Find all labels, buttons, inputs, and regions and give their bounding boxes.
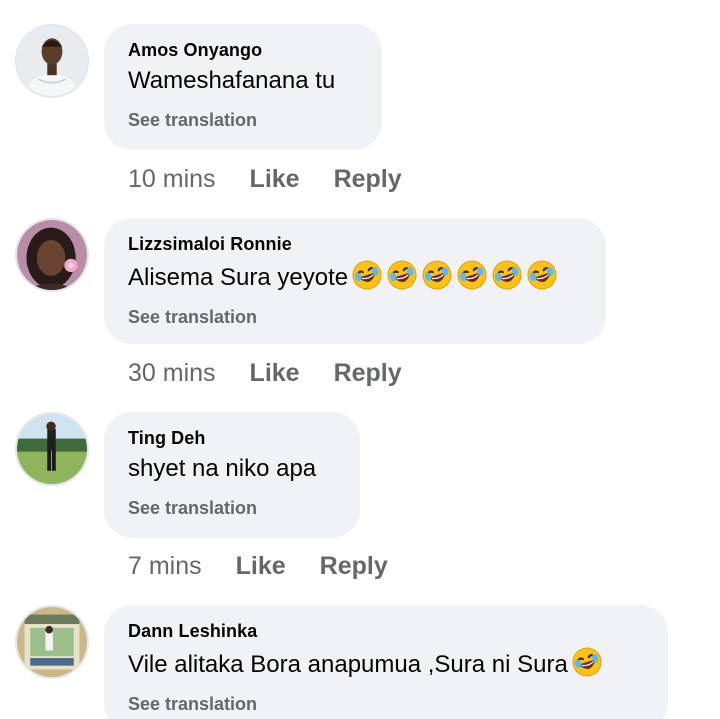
avatar[interactable] bbox=[15, 412, 89, 486]
avatar[interactable] bbox=[15, 218, 89, 292]
see-translation-link[interactable]: See translation bbox=[128, 693, 644, 715]
comment-bubble: Ting Deh shyet na niko apa See translati… bbox=[104, 412, 360, 538]
comment-actions: 10 mins Like Reply bbox=[128, 161, 436, 197]
comment-text: Vile alitaka Bora anapumua ,Sura ni Sura bbox=[128, 646, 644, 681]
comment-bubble: Amos Onyango Wameshafanana tu See transl… bbox=[104, 24, 382, 150]
comment-author[interactable]: Lizzsimaloi Ronnie bbox=[128, 233, 582, 255]
comment-timestamp[interactable]: 7 mins bbox=[128, 552, 202, 581]
reply-button[interactable]: Reply bbox=[334, 359, 402, 388]
comment-text: Alisema Sura yeyote bbox=[128, 259, 582, 294]
rolling-on-floor-laughing-icon bbox=[351, 259, 383, 291]
comment-timestamp[interactable]: 30 mins bbox=[128, 359, 216, 388]
like-button[interactable]: Like bbox=[236, 552, 286, 581]
rolling-on-floor-laughing-icon bbox=[386, 259, 418, 291]
reply-button[interactable]: Reply bbox=[334, 165, 402, 194]
comment-actions: 7 mins Like Reply bbox=[128, 548, 422, 584]
avatar[interactable] bbox=[15, 605, 89, 679]
emoji-group bbox=[568, 647, 603, 678]
see-translation-link[interactable]: See translation bbox=[128, 109, 358, 131]
rolling-on-floor-laughing-icon bbox=[421, 259, 453, 291]
comment-author[interactable]: Dann Leshinka bbox=[128, 620, 644, 642]
comment-text-content: Alisema Sura yeyote bbox=[128, 264, 349, 291]
comment-bubble: Dann Leshinka Vile alitaka Bora anapumua… bbox=[104, 605, 668, 719]
comment-author[interactable]: Amos Onyango bbox=[128, 39, 358, 61]
reply-button[interactable]: Reply bbox=[320, 552, 388, 581]
comment-timestamp[interactable]: 10 mins bbox=[128, 165, 216, 194]
rolling-on-floor-laughing-icon bbox=[456, 259, 488, 291]
rolling-on-floor-laughing-icon bbox=[491, 259, 523, 291]
comment-text: Wameshafanana tu bbox=[128, 67, 336, 94]
comment-text: shyet na niko apa bbox=[128, 455, 317, 482]
like-button[interactable]: Like bbox=[250, 165, 300, 194]
comment-text-content: Vile alitaka Bora anapumua ,Sura ni Sura bbox=[128, 651, 568, 678]
see-translation-link[interactable]: See translation bbox=[128, 497, 336, 519]
comment-author[interactable]: Ting Deh bbox=[128, 427, 336, 449]
like-button[interactable]: Like bbox=[250, 359, 300, 388]
rolling-on-floor-laughing-icon bbox=[571, 646, 603, 678]
avatar[interactable] bbox=[15, 24, 89, 98]
see-translation-link[interactable]: See translation bbox=[128, 306, 582, 328]
comment-bubble: Lizzsimaloi Ronnie Alisema Sura yeyote S… bbox=[104, 218, 606, 344]
emoji-group bbox=[348, 260, 558, 291]
comment-actions: 30 mins Like Reply bbox=[128, 355, 436, 391]
rolling-on-floor-laughing-icon bbox=[526, 259, 558, 291]
